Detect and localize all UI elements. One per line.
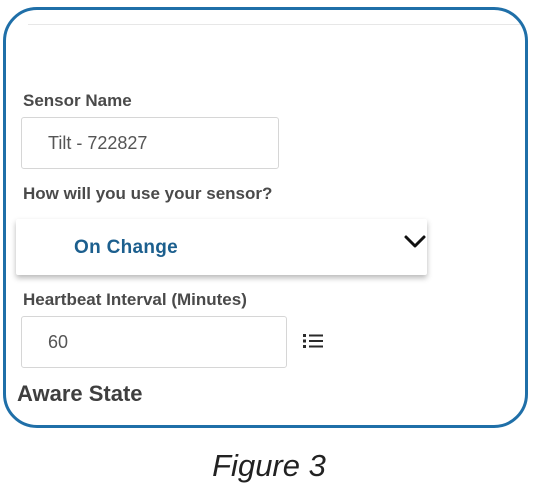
heartbeat-interval-label: Heartbeat Interval (Minutes) — [23, 290, 247, 309]
heartbeat-interval-input[interactable]: 60 — [21, 316, 287, 368]
aware-state-heading: Aware State — [17, 381, 143, 406]
divider — [28, 24, 525, 25]
sensor-use-select[interactable]: On Change — [16, 219, 427, 275]
sensor-use-label: How will you use your sensor? — [23, 184, 273, 203]
chevron-down-icon — [404, 235, 426, 248]
sensor-use-selected-value: On Change — [74, 237, 179, 258]
figure-caption: Figure 3 — [212, 448, 326, 483]
sensor-name-input[interactable]: Tilt - 722827 — [21, 117, 279, 169]
list-icon[interactable] — [302, 332, 324, 350]
settings-panel: Sensor Name Tilt - 722827 How will you u… — [3, 7, 528, 428]
sensor-name-label: Sensor Name — [23, 91, 132, 110]
